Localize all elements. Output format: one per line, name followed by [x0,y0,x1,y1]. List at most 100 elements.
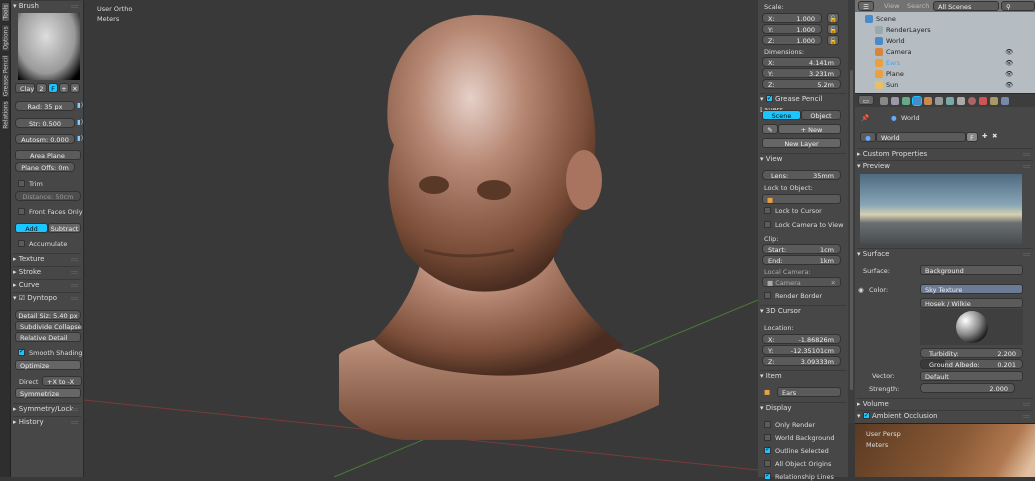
lock-icon[interactable]: 🔓 [827,35,839,45]
add-icon[interactable]: ✚ [982,132,987,140]
tab-grease-pencil[interactable]: Grease Pencil [1,54,10,98]
detail-type-select[interactable]: Relative Detail [15,332,81,342]
vector-select[interactable]: Default [920,371,1023,381]
symmetry-section[interactable]: ▸ Symmetry/Lock [13,403,81,414]
display-option-checkbox[interactable] [764,421,771,428]
outliner-item[interactable]: Ears 👁 [855,58,1035,69]
preview-section[interactable]: ▾ Preview [857,160,1033,171]
outliner-item[interactable]: Scene [855,14,1035,25]
socket-icon[interactable]: ◉ [858,286,864,294]
display-option-checkbox[interactable] [764,460,771,467]
lock-object-field[interactable]: ■ [762,194,841,204]
history-section[interactable]: ▸ History [13,416,81,427]
render-tab-icon[interactable] [880,97,888,105]
dyntopo-method-select[interactable]: Subdivide Collapse [15,321,82,331]
item-section[interactable]: ▾ Item [760,370,846,381]
grease-pencil-section[interactable]: ▾ Grease Pencil Layers [760,93,846,114]
brush-selector[interactable]: Clay [15,83,35,93]
object-tab-icon[interactable] [924,97,932,105]
lens-field[interactable]: Lens: 35mm [762,170,841,180]
curve-section[interactable]: ▸ Curve [13,279,81,290]
front-faces-checkbox[interactable] [18,208,25,215]
dyntopo-section[interactable]: ▾ ☑ Dyntopo [13,292,81,303]
radius-field[interactable]: Rad: 35 px [15,101,75,111]
scale-z-field[interactable]: Z: 1.000 [762,35,822,45]
modifiers-tab-icon[interactable] [946,97,954,105]
lock-icon[interactable]: 🔓 [827,24,839,34]
tab-relations[interactable]: Relations [1,100,10,130]
display-option-checkbox[interactable] [764,434,771,441]
data-tab-icon[interactable] [957,97,965,105]
turbidity-field[interactable]: Turbidity: 2.200 [920,348,1023,358]
lock-icon[interactable]: 🔓 [827,13,839,23]
pin-icon[interactable]: 📌 [861,114,869,122]
3d-viewport[interactable]: User Ortho Meters [84,0,758,477]
view-menu[interactable]: View [884,2,899,10]
autosmooth-field[interactable]: Autosm: 0.000 [15,134,75,144]
new-layer-button[interactable]: New Layer [762,138,841,148]
scale-y-field[interactable]: Y: 1.000 [762,24,822,34]
cursor-x-field[interactable]: X: -1.86826m [762,334,841,344]
particles-tab-icon[interactable] [990,97,998,105]
lock-cursor-checkbox[interactable] [764,207,771,214]
detail-size-field[interactable]: Detail Siz: 5.40 px [15,310,81,320]
editor-type-icon[interactable]: ▭ [858,95,874,105]
world-browse-icon[interactable]: ● [860,132,876,142]
brush-header[interactable]: ▾ Brush [13,0,81,11]
fake-user-button[interactable]: F [48,83,58,93]
world-tab-icon[interactable] [912,96,922,106]
texture-tab-icon[interactable] [979,97,987,105]
visibility-icon[interactable]: 👁 [1005,59,1013,67]
strength-field[interactable]: 2.000 [920,383,1015,393]
visibility-icon[interactable]: 👁 [1005,70,1013,78]
pressure-icon[interactable]: ▮) [77,118,83,126]
scroll-thumb[interactable] [850,70,853,390]
3d-cursor-section[interactable]: ▾ 3D Cursor [760,305,846,316]
custom-properties-section[interactable]: ▸ Custom Properties [857,148,1033,159]
ao-checkbox[interactable] [862,410,870,421]
symmetrize-button[interactable]: Symmetrize [15,388,81,398]
distance-field[interactable]: Distance: 50cm [15,191,81,201]
render-border-checkbox[interactable] [764,292,771,299]
delete-brush-icon[interactable]: ✕ [70,83,80,93]
pencil-icon[interactable]: ✎ [762,124,778,134]
gp-scene-button[interactable]: Scene [762,110,801,120]
gp-new-button[interactable]: + New [778,124,841,134]
search-menu[interactable]: Search [907,2,929,10]
clip-end-field[interactable]: End: 1km [762,255,841,265]
gp-object-button[interactable]: Object [801,110,841,120]
fake-user-button[interactable]: F [966,132,978,142]
accumulate-checkbox[interactable] [18,240,25,247]
outliner-item[interactable]: Plane 👁 [855,69,1035,80]
physics-tab-icon[interactable] [1001,97,1009,105]
material-tab-icon[interactable] [968,97,976,105]
constraints-tab-icon[interactable] [935,97,943,105]
lock-camera-checkbox[interactable] [764,221,771,228]
clear-icon[interactable]: ✕ [831,278,836,288]
add-button[interactable]: Add [15,223,48,233]
clip-start-field[interactable]: Start: 1cm [762,244,841,254]
plane-offset-field[interactable]: Plane Offs: 0m [15,162,75,172]
texture-section[interactable]: ▸ Texture [13,253,81,264]
view-section[interactable]: ▾ View [760,153,846,164]
editor-type-icon[interactable]: ☰ [858,1,874,11]
add-brush-icon[interactable]: + [59,83,69,93]
strength-field[interactable]: Str: 0.500 [15,118,75,128]
display-option-checkbox[interactable] [764,445,771,454]
pressure-icon[interactable]: ▮) [77,134,83,142]
scenes-select[interactable]: All Scenes [933,1,999,11]
grease-pencil-checkbox[interactable] [765,93,773,104]
sun-sphere[interactable] [956,311,988,343]
tab-tools[interactable]: Tools [1,2,10,22]
item-name-field[interactable]: Ears [777,387,841,397]
brush-users[interactable]: 2 [36,83,47,93]
visibility-icon[interactable]: 👁 [1005,48,1013,56]
brush-preview[interactable] [18,13,80,80]
sun-direction-widget[interactable] [920,309,1023,345]
outliner-item[interactable]: World [855,36,1035,47]
sky-type-select[interactable]: Hosek / Wilkie [920,298,1023,308]
local-camera-field[interactable]: ■ Camera ✕ [762,277,841,287]
scene-tab-icon[interactable] [902,97,910,105]
pressure-icon[interactable]: ▮) [77,101,83,109]
dimension-y-field[interactable]: Y: 3.231m [762,68,841,78]
